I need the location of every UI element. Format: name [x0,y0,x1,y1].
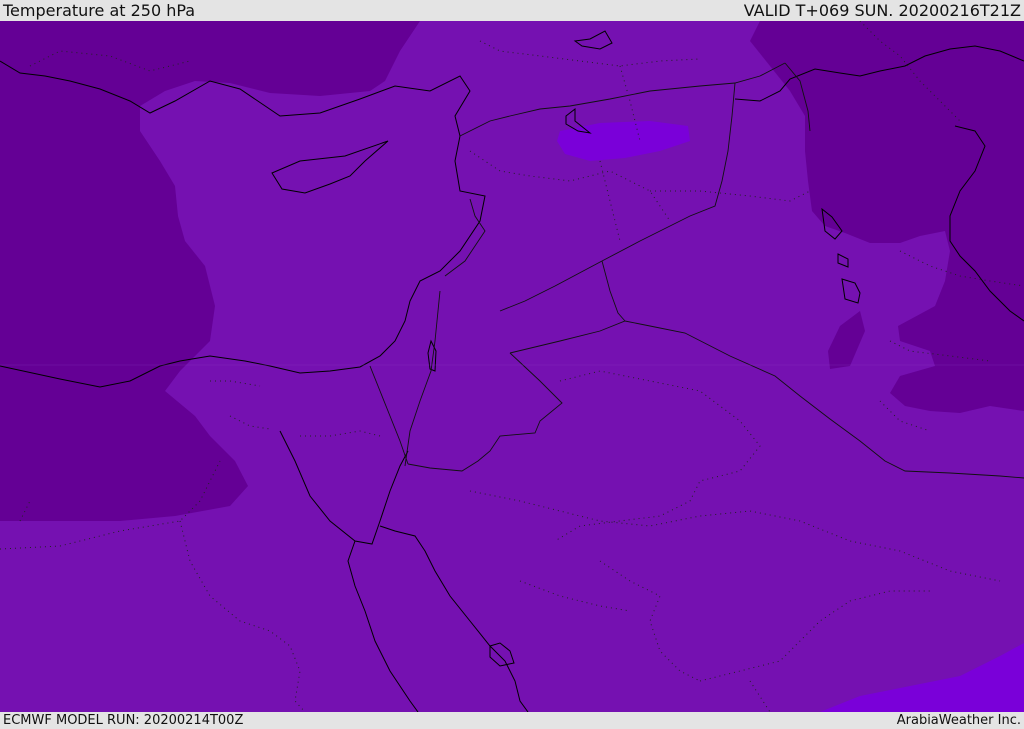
temperature-map[interactable] [0,21,1024,712]
model-run-label: ECMWF MODEL RUN: 20200214T00Z [3,713,244,728]
footer-bar: ECMWF MODEL RUN: 20200214T00Z ArabiaWeat… [0,712,1024,729]
header-bar: Temperature at 250 hPa VALID T+069 SUN. … [0,0,1024,21]
credit-label: ArabiaWeather Inc. [896,713,1021,728]
map-title: Temperature at 250 hPa [3,1,196,20]
valid-time-label: VALID T+069 SUN. 20200216T21Z [743,1,1021,20]
